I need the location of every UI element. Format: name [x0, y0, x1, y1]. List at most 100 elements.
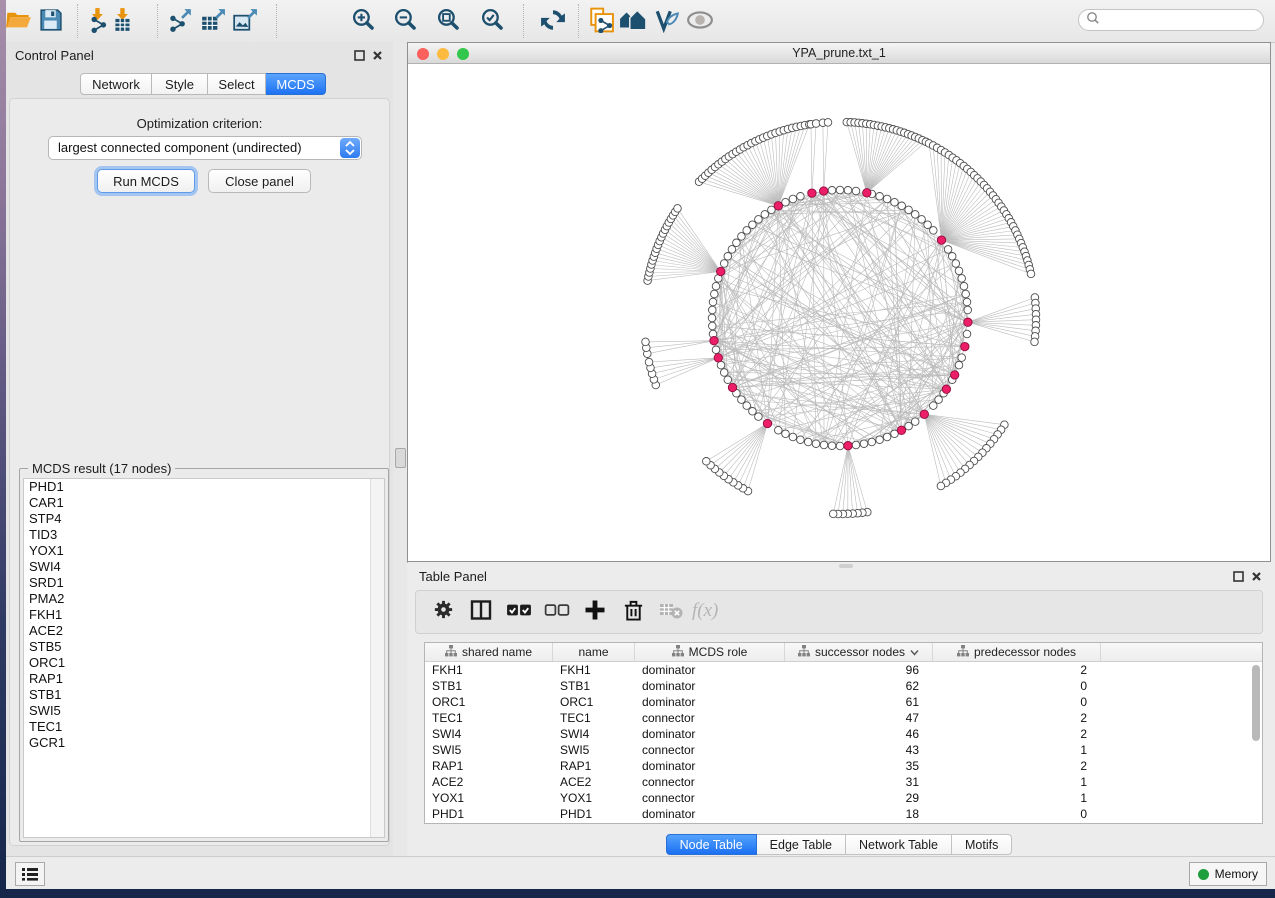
criterion-dropdown[interactable]: largest connected component (undirected): [48, 136, 362, 160]
save-session-button[interactable]: [36, 8, 64, 36]
table-row[interactable]: ACE2ACE2connector311: [425, 774, 1262, 790]
network-view-title: YPA_prune.txt_1: [408, 46, 1270, 60]
tab-network-table[interactable]: Network Table: [846, 834, 952, 855]
table-scrollbar-thumb[interactable]: [1252, 665, 1260, 741]
tab-motifs[interactable]: Motifs: [952, 834, 1012, 855]
result-node-srd1[interactable]: SRD1: [24, 575, 384, 591]
zoom-selected-button[interactable]: [478, 8, 506, 36]
toolbar-separator: [276, 4, 277, 38]
table-settings-button[interactable]: [430, 599, 456, 625]
run-mcds-button[interactable]: Run MCDS: [97, 169, 195, 193]
table-row[interactable]: SWI5SWI5connector431: [425, 742, 1262, 758]
vertical-splitter[interactable]: [393, 42, 408, 856]
splitter-grip[interactable]: [395, 448, 406, 468]
column-header-predecessor-nodes[interactable]: predecessor nodes: [933, 643, 1101, 661]
zoom-fit-button[interactable]: [434, 8, 462, 36]
tree-icon: [957, 645, 969, 660]
control-panel: Control Panel NetworkStyleSelectMCDS Opt…: [6, 42, 393, 856]
result-node-fkh1[interactable]: FKH1: [24, 607, 384, 623]
tab-select[interactable]: Select: [208, 73, 266, 95]
search-box[interactable]: [1078, 9, 1264, 31]
column-header-shared-name[interactable]: shared name: [425, 643, 553, 661]
open-session-button[interactable]: [4, 8, 32, 36]
uncheck-all-icon: [544, 597, 570, 628]
mcds-result-list: PHD1CAR1STP4TID3YOX1SWI4SRD1PMA2FKH1ACE2…: [23, 478, 385, 838]
result-node-gcr1[interactable]: GCR1: [24, 735, 384, 751]
folder-icon: [5, 6, 32, 38]
show-log-button[interactable]: [15, 862, 45, 886]
tab-node-table[interactable]: Node Table: [666, 834, 757, 855]
add-column-button[interactable]: [582, 599, 608, 625]
import-network-button[interactable]: [84, 8, 112, 36]
sort-chevron-icon: [910, 645, 919, 659]
table-row[interactable]: STB1STB1dominator620: [425, 678, 1262, 694]
tab-style[interactable]: Style: [152, 73, 208, 95]
export-image-button[interactable]: [231, 8, 259, 36]
eye-icon: [686, 7, 714, 38]
memory-button[interactable]: Memory: [1189, 862, 1267, 886]
import-table-button[interactable]: [109, 8, 137, 36]
toolbar-separator: [578, 4, 579, 38]
tab-mcds[interactable]: MCDS: [266, 73, 326, 95]
close-panel-button[interactable]: Close panel: [208, 169, 311, 193]
mcds-result-title: MCDS result (17 nodes): [28, 461, 175, 476]
result-node-orc1[interactable]: ORC1: [24, 655, 384, 671]
select-all-rows-button[interactable]: [506, 599, 532, 625]
import-net-icon: [85, 7, 111, 38]
clone-network-button[interactable]: [587, 8, 615, 36]
result-node-ace2[interactable]: ACE2: [24, 623, 384, 639]
network-canvas[interactable]: [409, 64, 1270, 560]
column-header-MCDS-role[interactable]: MCDS role: [635, 643, 785, 661]
delete-column-button[interactable]: [620, 599, 646, 625]
result-node-tec1[interactable]: TEC1: [24, 719, 384, 735]
search-input[interactable]: [1104, 12, 1263, 28]
export-table-button[interactable]: [199, 8, 227, 36]
tab-edge-table[interactable]: Edge Table: [757, 834, 846, 855]
show-graphics-details-button[interactable]: [686, 8, 714, 36]
float-panel-icon[interactable]: [353, 49, 366, 62]
result-node-tid3[interactable]: TID3: [24, 527, 384, 543]
result-node-pma2[interactable]: PMA2: [24, 591, 384, 607]
refresh-view-button[interactable]: [539, 8, 567, 36]
column-header-name[interactable]: name: [553, 643, 635, 661]
table-row[interactable]: YOX1YOX1connector291: [425, 790, 1262, 806]
result-node-rap1[interactable]: RAP1: [24, 671, 384, 687]
table-row[interactable]: SWI4SWI4dominator462: [425, 726, 1262, 742]
zoom-out-button[interactable]: [391, 8, 419, 36]
table-row[interactable]: RAP1RAP1dominator352: [425, 758, 1262, 774]
result-node-stb5[interactable]: STB5: [24, 639, 384, 655]
result-node-swi5[interactable]: SWI5: [24, 703, 384, 719]
column-layout-button[interactable]: [468, 599, 494, 625]
function-builder-button: f(x): [696, 599, 722, 625]
table-panel-tabs: Node TableEdge TableNetwork TableMotifs: [407, 834, 1271, 855]
column-header-successor-nodes[interactable]: successor nodes: [785, 643, 933, 661]
result-node-car1[interactable]: CAR1: [24, 495, 384, 511]
table-row[interactable]: TEC1TEC1connector472: [425, 710, 1262, 726]
result-list-scrollbar[interactable]: [370, 479, 384, 837]
close-panel-icon[interactable]: [371, 49, 384, 62]
table-scrollbar[interactable]: [1250, 662, 1261, 822]
table-row[interactable]: FKH1FKH1dominator962: [425, 662, 1262, 678]
network-view-titlebar[interactable]: YPA_prune.txt_1: [408, 43, 1270, 64]
tree-icon: [672, 645, 684, 660]
result-node-stp4[interactable]: STP4: [24, 511, 384, 527]
deselect-all-rows-button[interactable]: [544, 599, 570, 625]
zoom-in-button[interactable]: [349, 8, 377, 36]
result-node-yox1[interactable]: YOX1: [24, 543, 384, 559]
result-node-phd1[interactable]: PHD1: [24, 479, 384, 495]
toolbar-separator: [77, 4, 78, 38]
table-row[interactable]: ORC1ORC1dominator610: [425, 694, 1262, 710]
style-vis-icon: [654, 7, 680, 38]
plus-icon: [583, 598, 607, 627]
float-table-panel-icon[interactable]: [1232, 570, 1245, 583]
zoom-sel-icon: [480, 7, 505, 37]
application-window: Control Panel NetworkStyleSelectMCDS Opt…: [6, 0, 1275, 888]
network-overview-button[interactable]: [619, 8, 647, 36]
result-node-stb1[interactable]: STB1: [24, 687, 384, 703]
close-table-panel-icon[interactable]: [1250, 570, 1263, 583]
result-node-swi4[interactable]: SWI4: [24, 559, 384, 575]
toggle-style-button[interactable]: [653, 8, 681, 36]
export-network-button[interactable]: [166, 8, 194, 36]
tab-network[interactable]: Network: [80, 73, 152, 95]
table-row[interactable]: PHD1PHD1dominator180: [425, 806, 1262, 822]
